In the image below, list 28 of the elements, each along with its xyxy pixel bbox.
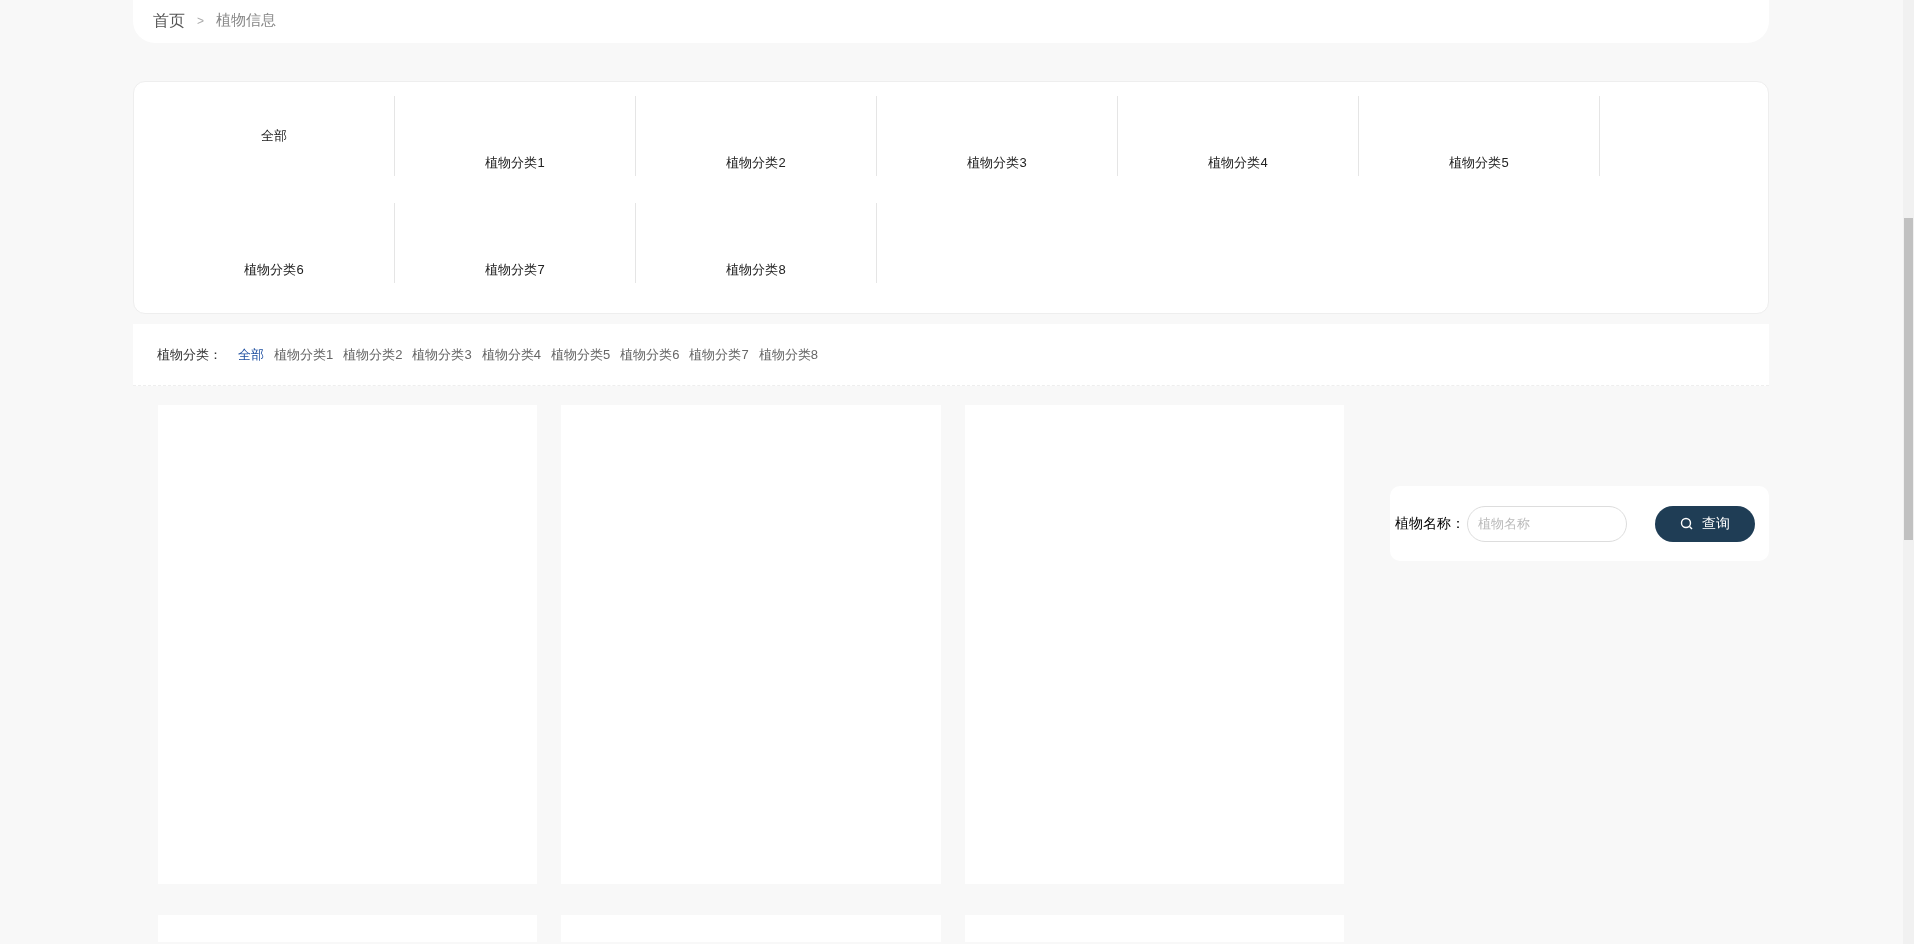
- scrollbar[interactable]: [1903, 0, 1914, 944]
- filter-option[interactable]: 植物分类3: [412, 344, 472, 365]
- filter-option[interactable]: 植物分类4: [481, 344, 541, 365]
- category-item[interactable]: 植物分类8: [726, 259, 786, 279]
- category-item[interactable]: 植物分类4: [1208, 152, 1268, 172]
- category-item[interactable]: 植物分类3: [967, 152, 1027, 172]
- filter-option[interactable]: 全部: [238, 344, 264, 365]
- scrollbar-thumb[interactable]: [1904, 218, 1913, 540]
- category-item[interactable]: 植物分类7: [485, 259, 545, 279]
- filter-option[interactable]: 植物分类7: [689, 344, 749, 365]
- category-item[interactable]: 全部: [261, 126, 287, 146]
- breadcrumb-current: 植物信息: [216, 10, 276, 31]
- category-item[interactable]: 植物分类6: [244, 259, 304, 279]
- filter-option[interactable]: 植物分类2: [343, 344, 403, 365]
- filter-option[interactable]: 植物分类1: [274, 344, 334, 365]
- category-item[interactable]: 植物分类2: [726, 152, 786, 172]
- filter-label: 植物分类：: [157, 345, 222, 364]
- filter-option[interactable]: 植物分类6: [620, 344, 680, 365]
- filter-option[interactable]: 植物分类8: [758, 344, 818, 365]
- breadcrumb-separator: >: [197, 12, 204, 30]
- filter-option[interactable]: 植物分类5: [550, 344, 611, 365]
- search-field[interactable]: 植物名称: [1467, 505, 1627, 542]
- category-item[interactable]: 植物分类5: [1449, 152, 1509, 172]
- search-label: 植物名称：: [1395, 514, 1465, 533]
- breadcrumb-link[interactable]: 首页: [153, 8, 185, 33]
- category-item[interactable]: 植物分类1: [485, 152, 545, 172]
- search-icon: [1680, 516, 1694, 531]
- search-button[interactable]: 查询: [1655, 505, 1755, 542]
